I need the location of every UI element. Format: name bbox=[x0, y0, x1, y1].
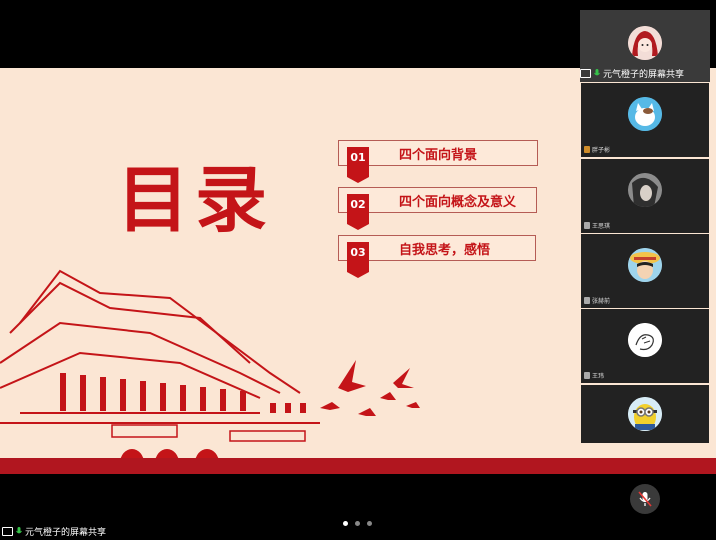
mic-icon bbox=[594, 69, 600, 76]
mic-muted-icon bbox=[584, 146, 590, 153]
toc-item-3: 03 自我思考，感悟 bbox=[338, 235, 536, 278]
participant-name-4: 王玮 bbox=[592, 373, 605, 380]
participant-tile-5[interactable] bbox=[581, 385, 709, 443]
participant-tile-1[interactable]: 胖子彬 bbox=[581, 83, 709, 157]
photo-avatar-icon bbox=[628, 173, 662, 207]
doves-illustration bbox=[320, 360, 420, 416]
bottom-share-label: 元气橙子的屏幕共享 bbox=[2, 525, 106, 538]
toc-text-1: 四个面向背景 bbox=[399, 147, 478, 163]
meeting-stage: 目录 01 四个面向背景 02 四个面向概念及意义 03 自我思考，感悟 元气橙… bbox=[0, 0, 716, 540]
screen-share-icon bbox=[580, 69, 591, 78]
mic-off-icon bbox=[638, 491, 652, 507]
share-thumbnail-label: 元气橙子的屏幕共享 bbox=[580, 67, 684, 80]
minion-avatar-icon bbox=[628, 397, 662, 431]
participant-label-3: 张赫前 bbox=[584, 296, 610, 305]
toc-text-3: 自我思考，感悟 bbox=[399, 242, 491, 258]
slide-title: 目录 bbox=[117, 157, 274, 242]
participant-label-4: 王玮 bbox=[584, 371, 604, 380]
page-dot-3[interactable] bbox=[367, 521, 372, 526]
toc-number-2: 02 bbox=[347, 194, 369, 230]
toc-item-1: 01 四个面向背景 bbox=[338, 140, 538, 183]
slide-footer-bar bbox=[0, 458, 716, 474]
share-thumbnail-text: 元气橙子的屏幕共享 bbox=[603, 70, 685, 80]
participant-name-1: 胖子彬 bbox=[592, 147, 611, 154]
screen-share-icon bbox=[2, 527, 13, 536]
participant-name-2: 王思琪 bbox=[592, 223, 611, 230]
toc-text-2: 四个面向概念及意义 bbox=[399, 194, 517, 210]
page-dot-1[interactable] bbox=[343, 521, 348, 526]
participant-label-2: 王思琪 bbox=[584, 221, 610, 230]
participant-tile-3[interactable]: 张赫前 bbox=[581, 234, 709, 308]
bottom-share-text: 元气橙子的屏幕共享 bbox=[25, 528, 107, 538]
share-thumbnail[interactable]: 元气橙子的屏幕共享 bbox=[580, 10, 710, 82]
mic-icon bbox=[16, 527, 22, 534]
participant-tile-2[interactable]: 王思琪 bbox=[581, 159, 709, 233]
toc-item-2: 02 四个面向概念及意义 bbox=[338, 187, 537, 230]
anime-avatar-icon bbox=[628, 248, 662, 282]
tiananmen-illustration bbox=[0, 269, 320, 463]
sketch-avatar-icon bbox=[628, 323, 662, 357]
toc-number-1: 01 bbox=[347, 147, 369, 183]
participant-tile-4[interactable]: 王玮 bbox=[581, 309, 709, 383]
mic-icon bbox=[584, 297, 590, 304]
girl-avatar-icon bbox=[628, 26, 662, 60]
mic-icon bbox=[584, 372, 590, 379]
participant-name-3: 张赫前 bbox=[592, 298, 611, 305]
page-dot-2[interactable] bbox=[355, 521, 360, 526]
toc-number-3: 03 bbox=[347, 242, 369, 278]
mute-toggle-button[interactable] bbox=[630, 484, 660, 514]
participant-label-1: 胖子彬 bbox=[584, 145, 610, 154]
cat-avatar-icon bbox=[628, 97, 662, 131]
mic-icon bbox=[584, 222, 590, 229]
page-indicator[interactable] bbox=[343, 521, 372, 526]
